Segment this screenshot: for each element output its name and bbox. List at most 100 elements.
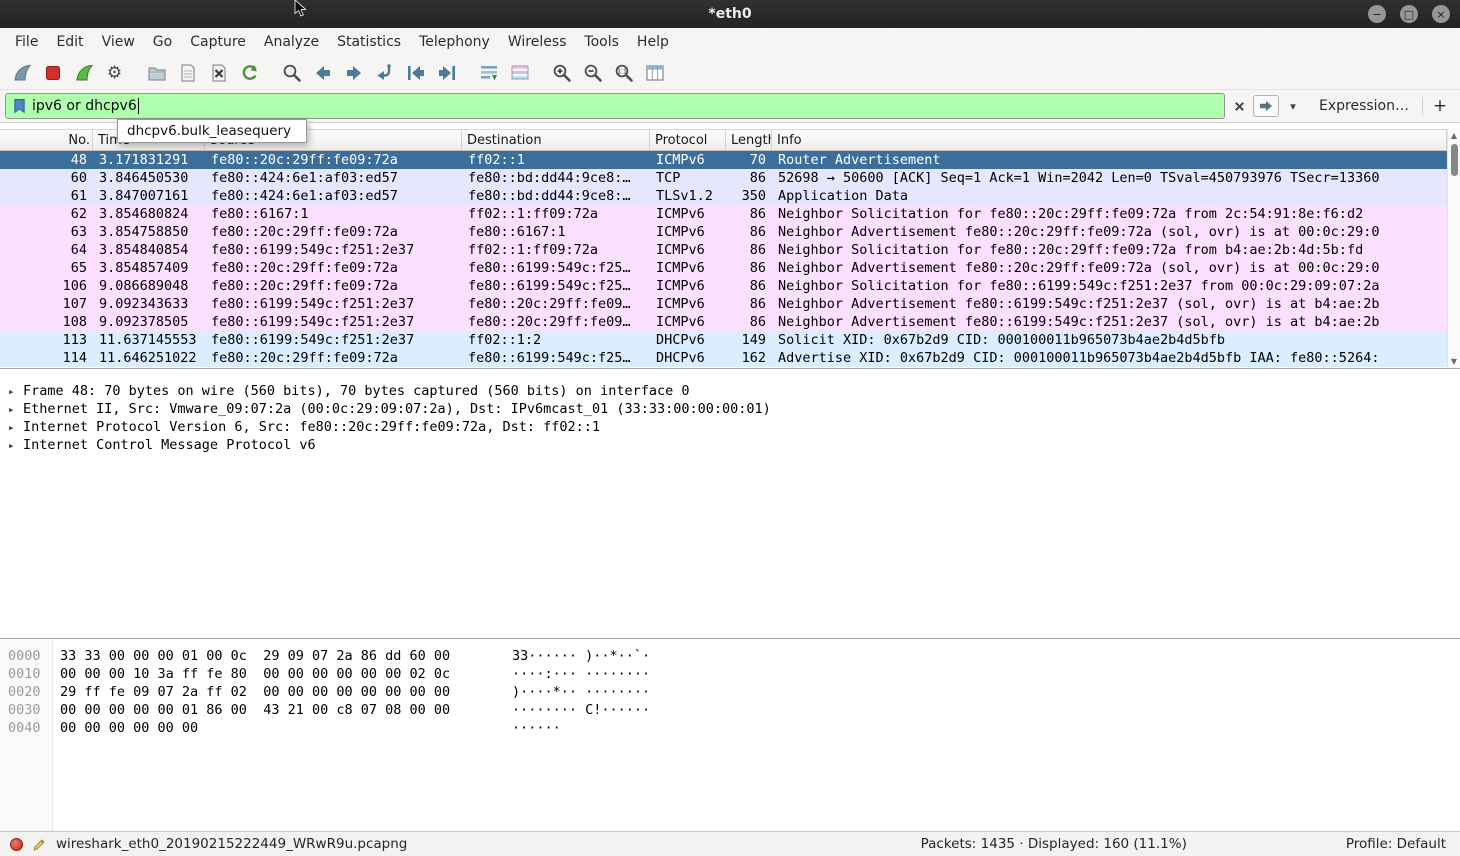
zoom-original-button[interactable]: 1:1 <box>608 59 639 87</box>
menu-item[interactable]: Tools <box>575 29 628 55</box>
filter-history-dropdown-icon[interactable]: ▾ <box>1284 96 1302 116</box>
packet-destination: fe80::bd:dd44:9ce8:… <box>468 170 631 186</box>
start-capture-button[interactable] <box>6 59 37 87</box>
stop-capture-button[interactable] <box>37 59 68 87</box>
maximize-button[interactable]: □ <box>1400 5 1418 23</box>
packet-protocol: ICMPv6 <box>656 206 705 222</box>
open-capture-button[interactable] <box>141 59 172 87</box>
menu-item[interactable]: Help <box>628 29 678 55</box>
expand-arrow-icon[interactable]: ▸ <box>8 383 23 401</box>
packet-no: 64 <box>70 242 87 258</box>
filter-clear-button[interactable] <box>1230 96 1248 116</box>
resize-columns-button[interactable] <box>639 59 670 87</box>
filter-separator <box>1422 97 1423 115</box>
hex-ascii: 33······ )··*··`· <box>512 648 651 664</box>
packet-list-scrollbar[interactable]: ▲ ▼ <box>1447 129 1460 368</box>
packet-time: 3.854857409 <box>99 260 189 276</box>
packet-time: 9.092378505 <box>99 314 189 330</box>
packet-no: 48 <box>70 152 87 168</box>
profile-label[interactable]: Profile: Default <box>1346 836 1446 852</box>
packet-row[interactable]: 61 3.847007161 fe80::424:6e1:af03:ed57 f… <box>0 187 1460 205</box>
hex-row[interactable]: 0030 00 00 00 00 00 01 86 00 43 21 00 c8… <box>0 701 1460 719</box>
packet-time: 9.086689048 <box>99 278 189 294</box>
menu-item[interactable]: View <box>93 29 144 55</box>
hex-row[interactable]: 0040 00 00 00 00 00 00 ······ <box>0 719 1460 737</box>
auto-scroll-button[interactable] <box>473 59 504 87</box>
packet-source: fe80::6199:549c:f251:2e37 <box>211 242 415 258</box>
reload-capture-button[interactable] <box>234 59 265 87</box>
detail-row[interactable]: ▸ Internet Control Message Protocol v6 <box>8 436 1460 454</box>
go-forward-button[interactable] <box>338 59 369 87</box>
packet-protocol: TCP <box>656 170 681 186</box>
packet-protocol: ICMPv6 <box>656 224 705 240</box>
detail-row[interactable]: ▸ Internet Protocol Version 6, Src: fe80:… <box>8 418 1460 436</box>
menu-item[interactable]: Analyze <box>255 29 328 55</box>
capture-options-button[interactable]: ⚙ <box>99 59 130 87</box>
packet-no: 113 <box>62 332 87 348</box>
packet-row[interactable]: 60 3.846450530 fe80::424:6e1:af03:ed57 f… <box>0 169 1460 187</box>
packet-row[interactable]: 64 3.854840854 fe80::6199:549c:f251:2e37… <box>0 241 1460 259</box>
packet-length: 162 <box>741 350 766 366</box>
menu-item[interactable]: Capture <box>181 29 255 55</box>
packet-row[interactable]: 113 11.637145553 fe80::6199:549c:f251:2e… <box>0 331 1460 349</box>
add-filter-button[interactable]: + <box>1428 96 1452 116</box>
packet-source: fe80::6199:549c:f251:2e37 <box>211 332 415 348</box>
expert-info-icon[interactable] <box>10 837 23 851</box>
hex-bytes: 00 00 00 00 00 00 <box>60 720 199 736</box>
hex-row[interactable]: 0010 00 00 00 10 3a ff fe 80 00 00 00 00… <box>0 665 1460 683</box>
filter-apply-button[interactable] <box>1253 95 1279 117</box>
autocomplete-item[interactable]: dhcpv6.bulk_leasequery <box>118 120 306 142</box>
menu-item[interactable]: Wireless <box>499 29 576 55</box>
find-packet-button[interactable] <box>276 59 307 87</box>
capture-comment-icon[interactable] <box>32 837 47 852</box>
colorize-button[interactable] <box>504 59 535 87</box>
scroll-down-icon[interactable]: ▼ <box>1451 355 1457 368</box>
hex-offset: 0040 <box>8 720 41 736</box>
minimize-button[interactable]: − <box>1368 5 1386 23</box>
menu-item[interactable]: File <box>6 29 47 55</box>
column-header[interactable]: Info <box>772 130 1447 150</box>
column-header[interactable]: No. <box>0 130 93 150</box>
packet-row[interactable]: 106 9.086689048 fe80::20c:29ff:fe09:72a … <box>0 277 1460 295</box>
restart-capture-button[interactable] <box>68 59 99 87</box>
detail-row[interactable]: ▸ Frame 48: 70 bytes on wire (560 bits), … <box>8 382 1460 400</box>
menu-item[interactable]: Statistics <box>328 29 410 55</box>
go-back-button[interactable] <box>307 59 338 87</box>
expression-button[interactable]: Expression… <box>1311 95 1417 117</box>
title-bar[interactable]: *eth0 − □ × <box>0 0 1460 28</box>
close-button[interactable]: × <box>1432 5 1450 23</box>
save-capture-button[interactable] <box>172 59 203 87</box>
expand-arrow-icon[interactable]: ▸ <box>8 401 23 419</box>
packet-row[interactable]: 62 3.854680824 fe80::6167:1 ff02::1:ff09… <box>0 205 1460 223</box>
hex-bytes: 00 00 00 00 00 01 86 00 43 21 00 c8 07 0… <box>60 702 451 718</box>
menu-item[interactable]: Telephony <box>410 29 499 55</box>
zoom-out-button[interactable] <box>577 59 608 87</box>
go-first-packet-button[interactable] <box>400 59 431 87</box>
expand-arrow-icon[interactable]: ▸ <box>8 419 23 437</box>
column-header[interactable]: Protocol <box>650 130 726 150</box>
window-title: *eth0 <box>708 6 752 22</box>
packet-destination: fe80::20c:29ff:fe09… <box>468 296 631 312</box>
menu-item[interactable]: Go <box>144 29 181 55</box>
column-header[interactable]: Destination <box>462 130 650 150</box>
packet-row[interactable]: 65 3.854857409 fe80::20c:29ff:fe09:72a f… <box>0 259 1460 277</box>
column-header[interactable]: Length <box>726 130 772 150</box>
packet-row[interactable]: 48 3.171831291 fe80::20c:29ff:fe09:72a f… <box>0 151 1460 169</box>
menu-item[interactable]: Edit <box>47 29 92 55</box>
filter-bookmark-icon[interactable] <box>12 97 27 115</box>
expand-arrow-icon[interactable]: ▸ <box>8 437 23 455</box>
hex-row[interactable]: 0000 33 33 00 00 00 01 00 0c 29 09 07 2a… <box>0 647 1460 665</box>
packet-row[interactable]: 114 11.646251022 fe80::20c:29ff:fe09:72a… <box>0 349 1460 367</box>
hex-row[interactable]: 0020 29 ff fe 09 07 2a ff 02 00 00 00 00… <box>0 683 1460 701</box>
go-to-packet-button[interactable] <box>369 59 400 87</box>
scroll-up-icon[interactable]: ▲ <box>1451 129 1457 142</box>
zoom-in-button[interactable] <box>546 59 577 87</box>
packet-row[interactable]: 107 9.092343633 fe80::6199:549c:f251:2e3… <box>0 295 1460 313</box>
scrollbar-thumb[interactable] <box>1450 144 1458 176</box>
packet-row[interactable]: 63 3.854758850 fe80::20c:29ff:fe09:72a f… <box>0 223 1460 241</box>
close-capture-button[interactable] <box>203 59 234 87</box>
go-last-packet-button[interactable] <box>431 59 462 87</box>
packet-row[interactable]: 108 9.092378505 fe80::6199:549c:f251:2e3… <box>0 313 1460 331</box>
detail-row[interactable]: ▸ Ethernet II, Src: Vmware_09:07:2a (00:0… <box>8 400 1460 418</box>
display-filter-input[interactable]: ipv6 or dhcpv6 <box>5 93 1225 119</box>
